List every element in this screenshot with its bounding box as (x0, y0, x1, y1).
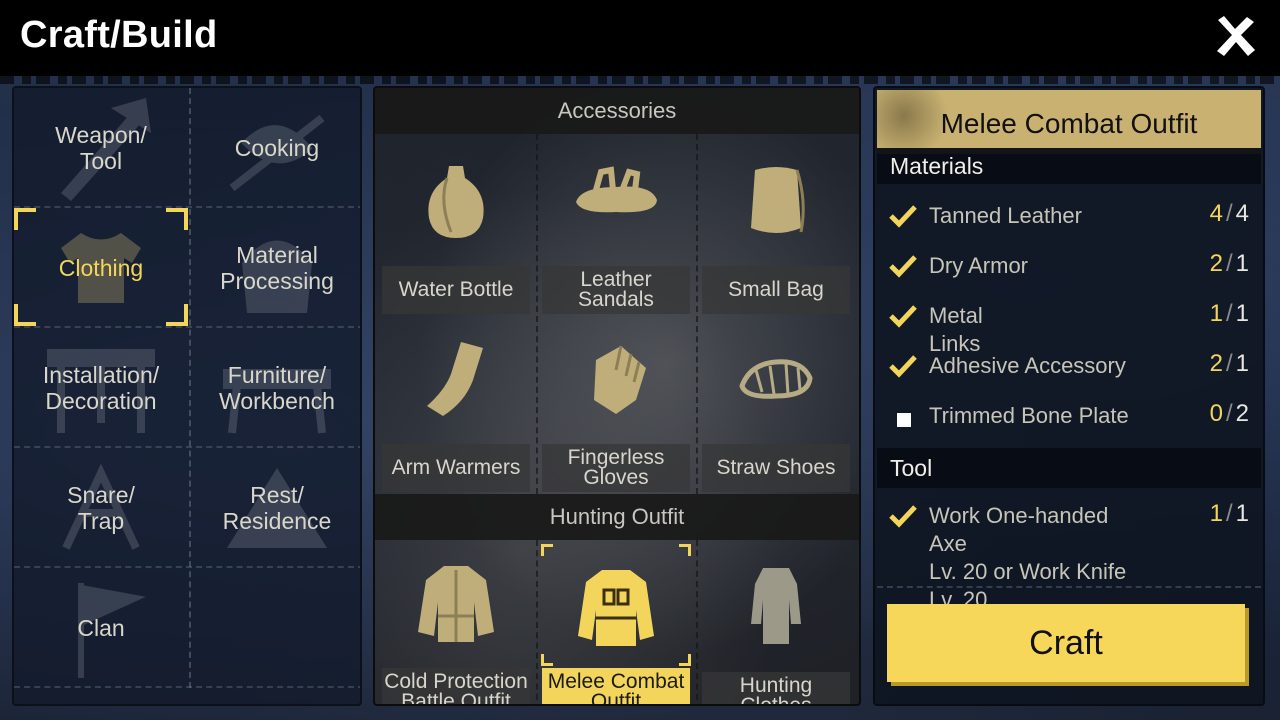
category-panel: Weapon/ Tool Cooking Clothing Material P… (12, 86, 362, 706)
item-panel: Accessories Water Bottle Leather Sandals… (373, 86, 861, 706)
selection-corner (14, 304, 36, 326)
category-furniture-workbench[interactable]: Furniture/ Workbench (190, 328, 360, 448)
material-count: 2/1 (1209, 350, 1249, 377)
material-row: Dry Armor 2/1 (889, 248, 1249, 288)
craft-button[interactable]: Craft (887, 604, 1245, 682)
header-bar: Craft/Build (0, 0, 1280, 84)
material-count: 4/4 (1209, 200, 1249, 227)
tool-count: 1/1 (1209, 500, 1249, 527)
material-count: 2/1 (1209, 250, 1249, 277)
check-icon (889, 305, 917, 328)
section-title-hunting-outfit: Hunting Outfit (375, 494, 859, 540)
item-straw-shoes[interactable]: Straw Shoes (697, 312, 855, 492)
recipe-title: Melee Combat Outfit (877, 90, 1261, 154)
small-bag-icon (751, 167, 805, 233)
check-icon (889, 255, 917, 278)
arm-warmers-icon (427, 342, 483, 416)
category-installation-decoration[interactable]: Installation/ Decoration (14, 328, 188, 448)
check-icon (889, 505, 917, 528)
category-clothing[interactable]: Clothing (14, 208, 188, 328)
fingerless-gloves-icon (594, 345, 646, 414)
divider (877, 586, 1261, 588)
material-count: 1/1 (1209, 300, 1249, 327)
recipe-title-text: Melee Combat Outfit (940, 108, 1198, 139)
item-hunting-clothes[interactable]: Hunting Clothes (697, 540, 855, 704)
item-small-bag[interactable]: Small Bag (697, 134, 855, 314)
category-cooking[interactable]: Cooking (190, 88, 360, 208)
item-cold-protection-battle-outfit[interactable]: Cold Protection Battle Outfit (377, 540, 535, 704)
selection-corner (679, 654, 691, 666)
materials-heading: Materials (877, 148, 1261, 184)
check-icon (889, 205, 917, 228)
material-row: Metal Links 1/1 (889, 298, 1249, 356)
item-melee-combat-outfit[interactable]: Melee Combat Outfit (537, 540, 695, 704)
straw-shoes-icon (739, 359, 813, 399)
melee-combat-outfit-icon (578, 570, 654, 646)
selection-corner (541, 654, 553, 666)
hunting-clothes-icon (751, 568, 801, 644)
page-title: Craft/Build (20, 14, 218, 56)
category-snare-trap[interactable]: Snare/ Trap (14, 448, 188, 568)
material-row: Adhesive Accessory 2/1 (889, 348, 1249, 388)
category-clan[interactable]: Clan (14, 568, 188, 688)
selection-corner (679, 544, 691, 556)
selection-corner (166, 208, 188, 230)
leather-sandals-icon (576, 166, 657, 213)
unmet-box-icon (897, 413, 911, 427)
close-button[interactable] (1210, 14, 1260, 60)
close-icon (1217, 16, 1255, 56)
item-fingerless-gloves[interactable]: Fingerless Gloves (537, 312, 695, 492)
tool-heading: Tool (877, 448, 1261, 488)
category-material-processing[interactable]: Material Processing (190, 208, 360, 328)
selection-corner (166, 304, 188, 326)
recipe-panel: Melee Combat Outfit Materials Tanned Lea… (873, 86, 1265, 706)
selection-corner (14, 208, 36, 230)
category-weapon-tool[interactable]: Weapon/ Tool (14, 88, 188, 208)
category-rest-residence[interactable]: Rest/ Residence (190, 448, 360, 568)
water-bottle-icon (428, 166, 484, 238)
cold-protection-outfit-icon (418, 566, 494, 642)
material-row: Tanned Leather 4/4 (889, 198, 1249, 238)
material-count: 0/2 (1209, 400, 1249, 427)
item-water-bottle[interactable]: Water Bottle (377, 134, 535, 314)
selection-corner (541, 544, 553, 556)
material-row: Trimmed Bone Plate 0/2 (889, 398, 1249, 438)
tool-row: Work One-handed Axe Lv. 20 or Work Knife… (889, 498, 1249, 612)
section-title-accessories: Accessories (375, 88, 859, 134)
check-icon (889, 355, 917, 378)
item-leather-sandals[interactable]: Leather Sandals (537, 134, 695, 314)
item-arm-warmers[interactable]: Arm Warmers (377, 312, 535, 492)
